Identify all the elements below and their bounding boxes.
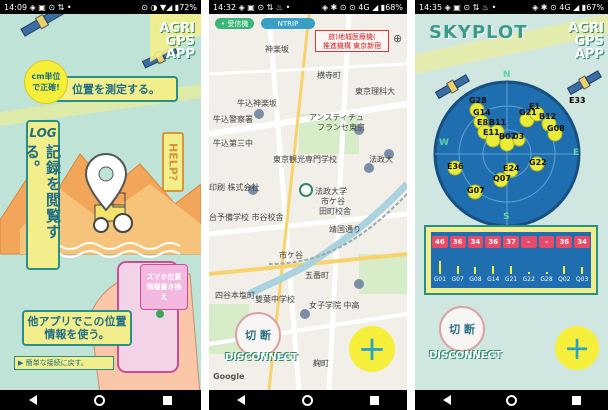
snr-satellite-id: Q03 (575, 276, 589, 283)
snr-value-badge: 34 (467, 236, 484, 248)
snr-value-badge: 36 (449, 236, 466, 248)
back-icon[interactable] (28, 395, 37, 405)
help-button[interactable]: HELP? (162, 132, 184, 192)
snr-bar (438, 261, 441, 274)
use-location-button[interactable]: 他アプリでこの位置情報を使う。 (22, 310, 132, 346)
log-button[interactable]: LOG 記録を閲覧する。 (23, 120, 62, 270)
snr-bar (456, 266, 459, 274)
status-right: ⊙ ◑ ▼◢ ▮72% (141, 2, 197, 12)
satellite-label: E8 (477, 118, 489, 127)
status-right: ◈ ✱ ⊙ ⊙ 4G ◢ ▮68% (321, 2, 403, 12)
status-icons: ◈ ▣ ⊙ ⇅ • (29, 2, 72, 12)
home-icon[interactable] (94, 394, 106, 406)
snr-value-badge: - (538, 236, 555, 248)
satellite-label: G22 (529, 158, 547, 167)
location-pin-icon[interactable]: ⊕ (393, 32, 402, 45)
status-bar: 14:32 ◈ ▣ ⊙ ⇅ ♨ • ◈ ✱ ⊙ ⊙ 4G ◢ ▮68% (209, 0, 407, 14)
snr-bar (474, 267, 477, 274)
status-time: 14:09 (4, 2, 28, 12)
snr-satellite-id: Q02 (558, 276, 571, 283)
warning-line: 推進機構 東京新宿 (322, 42, 382, 50)
google-logo: Google (213, 372, 245, 381)
status-bar: 14:35 ◈ ▣ ⊙ ⇅ ♨ • ◈ ✱ ⊙ 4G ◢ ▮67% (415, 0, 608, 14)
snr-panel: 46 G01 36 G07 34 G08 36 G14 37 G21 - G22 - G28 36 Q02 34… (431, 232, 591, 288)
satellite-label: 03 (513, 132, 525, 141)
home-icon[interactable] (301, 394, 313, 406)
home-screen: 14:09 ◈ ▣ ⊙ ⇅ • ⊙ ◑ ▼◢ ▮72% AGRI GPS APP… (0, 0, 201, 410)
satellite-label: E36 (447, 162, 464, 171)
snr-satellite-id: G21 (504, 276, 518, 283)
snr-value-badge: 34 (574, 236, 590, 248)
measure-position-button[interactable]: 位置を測定する。 (54, 76, 178, 102)
snr-bar (545, 272, 548, 274)
warning-line: 旅)地城医療機( (328, 33, 376, 41)
nav-bar (415, 390, 608, 410)
simple-connect-link[interactable]: ▶ 簡単な接続に戻す。 (14, 356, 114, 370)
recent-apps-icon[interactable] (571, 395, 581, 405)
log-label: LOG (29, 126, 57, 140)
satellite-label: G14 (473, 108, 491, 117)
status-icons: ◈ ▣ ⊙ ⇅ ♨ • (238, 2, 291, 12)
recent-apps-icon[interactable] (369, 395, 379, 405)
log-text: 記録を閲覧する。 (23, 144, 62, 240)
receiver-chip[interactable]: • 受信機 (215, 18, 255, 29)
status-icons: ◈ ▣ ⊙ ⇅ ♨ • (444, 2, 497, 12)
cm-accuracy-badge: cm単位で正確! (24, 60, 68, 104)
nav-bar (209, 390, 407, 410)
snr-satellite-id: G14 (487, 276, 500, 283)
home-icon[interactable] (505, 394, 517, 406)
snr-bar (510, 265, 512, 274)
recent-apps-icon[interactable] (163, 395, 173, 405)
snr-bar (563, 266, 566, 274)
satellite-label: E24 (503, 164, 520, 173)
snr-satellite-id: G22 (522, 276, 535, 283)
disconnect-label: DISCONNECT (225, 352, 298, 363)
snr-satellite-id: G01 (433, 276, 447, 283)
ntrip-chip[interactable]: NTRIP (261, 18, 315, 29)
satellite-label: B11 (489, 118, 507, 127)
current-location-marker (299, 183, 313, 197)
snr-value-badge: 37 (503, 236, 519, 248)
satellite-label: E11 (483, 128, 500, 137)
skyplot-screen: 14:35 ◈ ▣ ⊙ ⇅ ♨ • ◈ ✱ ⊙ 4G ◢ ▮67% SKYPLO… (415, 0, 608, 410)
back-icon[interactable] (442, 395, 451, 405)
spoof-location-badge[interactable]: スマホ位置情報書き換え (140, 264, 188, 310)
snr-satellite-id: G07 (451, 276, 464, 283)
nav-bar (0, 390, 201, 410)
snr-bar (581, 267, 584, 274)
snr-value-badge: 36 (485, 236, 502, 248)
snr-satellite-id: G08 (469, 276, 482, 283)
satellite-labels: G28 G14 E8 B11 E11 B07 G21 E1 B12 G08 E3… (415, 14, 608, 234)
app-title-line: APP (165, 47, 195, 62)
app-title: AGRI GPS APP (159, 22, 195, 61)
satellite-label: Q07 (493, 174, 511, 183)
snr-bar (527, 272, 530, 274)
map-screen: 14:32 ◈ ▣ ⊙ ⇅ ♨ • ◈ ✱ ⊙ ⊙ 4G ◢ ▮68% 神楽坂 … (209, 0, 407, 410)
back-icon[interactable] (237, 395, 246, 405)
disconnect-label: DISCONNECT (429, 350, 502, 361)
satellite-label: B12 (539, 112, 557, 121)
disconnect-button[interactable]: 切 断 (439, 306, 485, 352)
map-warning-label: 旅)地城医療機( 推進機構 東京新宿 (315, 30, 389, 52)
add-button[interactable]: + (555, 326, 599, 370)
snr-bar (492, 266, 495, 274)
snr-value-badge: - (520, 236, 537, 248)
status-time: 14:35 (419, 2, 443, 12)
status-bar: 14:09 ◈ ▣ ⊙ ⇅ • ⊙ ◑ ▼◢ ▮72% (0, 0, 201, 14)
satellite-label: G07 (467, 186, 485, 195)
satellite-label: E33 (569, 96, 586, 105)
status-right: ◈ ✱ ⊙ 4G ◢ ▮67% (532, 2, 604, 12)
add-button[interactable]: + (349, 326, 395, 372)
satellite-label: G28 (469, 96, 487, 105)
satellite-label: G08 (547, 124, 565, 133)
status-time: 14:32 (213, 2, 237, 12)
snr-value-badge: 36 (556, 236, 573, 248)
snr-value-badge: 46 (432, 236, 448, 248)
snr-satellite-id: G28 (540, 276, 553, 283)
satellite-label: E1 (529, 102, 541, 111)
